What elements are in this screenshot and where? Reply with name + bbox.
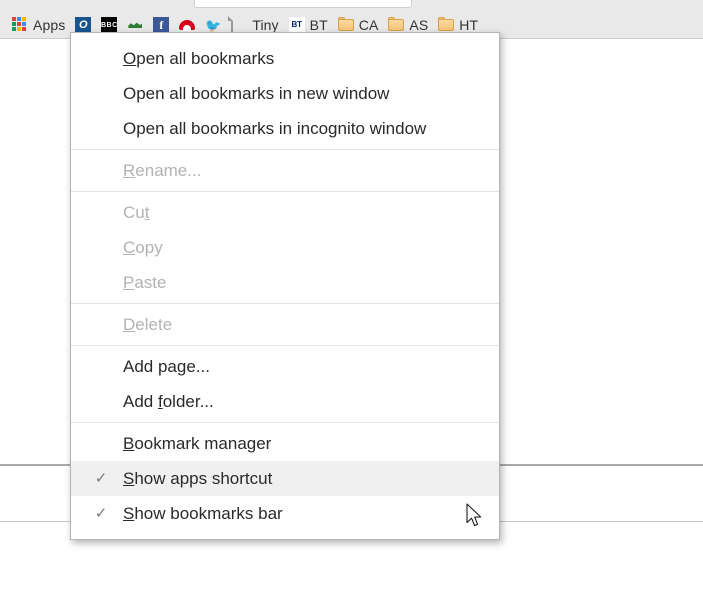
folder-icon	[438, 17, 455, 33]
red-m-icon	[179, 17, 195, 33]
browser-window: Apps O BBC f 🐦 Tiny BT BT CA AS HT Open all bookma…	[0, 0, 703, 591]
menu-item-label: Add folder...	[123, 392, 214, 411]
menu-item-open-all-bookmarks-in-new-window[interactable]: Open all bookmarks in new window	[71, 76, 499, 111]
menu-item-label: Copy	[123, 238, 163, 257]
menu-item-add-folder[interactable]: Add folder...	[71, 384, 499, 419]
folder-icon	[388, 17, 405, 33]
menu-item-label: Add page...	[123, 357, 210, 376]
menu-item-label: Bookmark manager	[123, 434, 272, 453]
bbc-icon: BBC	[101, 17, 118, 33]
menu-item-cut: Cut	[71, 195, 499, 230]
bookmark-item-apps[interactable]: Apps	[10, 14, 71, 36]
bt-icon: BT	[288, 17, 305, 33]
menu-item-show-bookmarks-bar[interactable]: ✓ Show bookmarks bar	[71, 496, 499, 531]
menu-item-open-all-bookmarks-in-incognito-window[interactable]: Open all bookmarks in incognito window	[71, 111, 499, 146]
generic-page-icon	[231, 16, 247, 35]
twitter-bird-icon: 🐦	[205, 18, 222, 33]
menu-item-label: Rename...	[123, 161, 202, 180]
address-bar[interactable]	[194, 0, 412, 8]
menu-item-label: Open all bookmarks in incognito window	[123, 119, 427, 138]
menu-item-delete: Delete	[71, 307, 499, 342]
menu-item-label: Open all bookmarks in new window	[123, 84, 390, 103]
bookmark-label: Tiny	[252, 17, 279, 33]
bookmark-label: BT	[309, 17, 328, 33]
bookmark-label: CA	[358, 17, 379, 33]
facebook-icon: f	[153, 17, 170, 33]
menu-item-add-page[interactable]: Add page...	[71, 349, 499, 384]
menu-item-copy: Copy	[71, 230, 499, 265]
menu-group: Delete	[71, 304, 499, 345]
bookmarks-context-menu[interactable]: Open all bookmarks Open all bookmarks in …	[70, 32, 500, 540]
menu-group: Rename...	[71, 150, 499, 191]
bookmark-label: HT	[459, 17, 479, 33]
checkmark-icon: ✓	[94, 505, 108, 522]
menu-group: Add page... Add folder...	[71, 346, 499, 422]
green-chart-icon	[127, 17, 143, 33]
menu-item-open-all-bookmarks[interactable]: Open all bookmarks	[71, 41, 499, 76]
menu-item-label: Show bookmarks bar	[123, 504, 283, 523]
menu-group: Bookmark manager ✓ Show apps shortcut ✓ Show…	[71, 423, 499, 534]
menu-item-bookmark-manager[interactable]: Bookmark manager	[71, 426, 499, 461]
menu-group: Open all bookmarks Open all bookmarks in …	[71, 38, 499, 149]
orange-site-icon: O	[75, 17, 92, 33]
folder-icon	[337, 17, 354, 33]
checkmark-icon: ✓	[94, 470, 108, 487]
menu-item-label: Show apps shortcut	[123, 469, 273, 488]
bookmark-label: Apps	[33, 17, 66, 33]
menu-item-rename: Rename...	[71, 153, 499, 188]
menu-group: Cut Copy Paste	[71, 192, 499, 303]
apps-grid-icon	[12, 17, 28, 33]
bookmark-label: AS	[409, 17, 429, 33]
menu-item-label: Paste	[123, 273, 167, 292]
menu-item-label: Delete	[123, 315, 173, 334]
menu-item-label: Open all bookmarks	[123, 49, 275, 68]
menu-item-paste: Paste	[71, 265, 499, 300]
menu-item-label: Cut	[123, 203, 150, 222]
menu-item-show-apps-shortcut[interactable]: ✓ Show apps shortcut	[71, 461, 499, 496]
